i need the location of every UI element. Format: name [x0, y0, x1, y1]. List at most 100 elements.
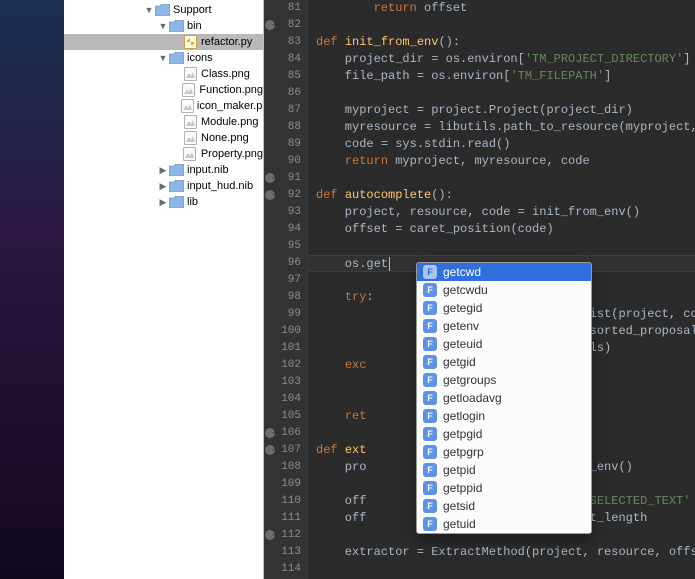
tree-item[interactable]: ▼icons	[64, 50, 263, 66]
autocomplete-item-label: getenv	[443, 319, 479, 333]
autocomplete-item-label: getpid	[443, 463, 476, 477]
autocomplete-item[interactable]: Fgetgid	[417, 353, 591, 371]
tree-item[interactable]: ▼Function.png	[64, 82, 263, 98]
fold-marker-icon[interactable]	[265, 530, 275, 540]
autocomplete-item-label: getpgrp	[443, 445, 484, 459]
tree-item[interactable]: ▼icon_maker.psd	[64, 98, 263, 114]
code-line[interactable]	[308, 17, 695, 34]
line-number: 111	[264, 510, 301, 527]
autocomplete-item[interactable]: Fgetpgid	[417, 425, 591, 443]
autocomplete-item[interactable]: Fgetgroups	[417, 371, 591, 389]
folder-icon	[154, 3, 170, 17]
line-number: 100	[264, 323, 301, 340]
tree-item[interactable]: ▼Property.png	[64, 146, 263, 162]
code-line[interactable]: def autocomplete():	[308, 187, 695, 204]
fold-marker-icon[interactable]	[265, 190, 275, 200]
line-number: 95	[264, 238, 301, 255]
line-number: 108	[264, 459, 301, 476]
chevron-down-icon[interactable]: ▼	[144, 2, 154, 18]
code-line[interactable]	[308, 85, 695, 102]
code-line[interactable]: project, resource, code = init_from_env(…	[308, 204, 695, 221]
code-line[interactable]: myproject = project.Project(project_dir)	[308, 102, 695, 119]
function-badge-icon: F	[423, 499, 437, 513]
chevron-right-icon[interactable]: ▶	[158, 194, 168, 210]
code-line[interactable]: code = sys.stdin.read()	[308, 136, 695, 153]
tree-item[interactable]: ▶lib	[64, 194, 263, 210]
image-icon	[182, 115, 198, 129]
code-area[interactable]: return offset def init_from_env(): projec…	[308, 0, 695, 579]
tree-item[interactable]: ▼Support	[64, 2, 263, 18]
tree-item-label: Class.png	[201, 66, 250, 82]
line-number: 105	[264, 408, 301, 425]
code-line[interactable]: file_path = os.environ['TM_FILEPATH']	[308, 68, 695, 85]
autocomplete-item[interactable]: Fgetenv	[417, 317, 591, 335]
autocomplete-item[interactable]: Fgetloadavg	[417, 389, 591, 407]
function-badge-icon: F	[423, 463, 437, 477]
tree-item[interactable]: ▼Module.png	[64, 114, 263, 130]
code-line[interactable]: myresource = libutils.path_to_resource(m…	[308, 119, 695, 136]
tree-item[interactable]: ▶input_hud.nib	[64, 178, 263, 194]
autocomplete-item[interactable]: Fgetpid	[417, 461, 591, 479]
code-line[interactable]: project_dir = os.environ['TM_PROJECT_DIR…	[308, 51, 695, 68]
tree-item-label: icon_maker.psd	[197, 98, 264, 114]
autocomplete-item[interactable]: Fgetppid	[417, 479, 591, 497]
code-editor[interactable]: 8182838485868788899091929394959697989910…	[264, 0, 695, 579]
autocomplete-item[interactable]: Fgeteuid	[417, 335, 591, 353]
code-line[interactable]: offset = caret_position(code)	[308, 221, 695, 238]
fold-marker-icon[interactable]	[265, 428, 275, 438]
chevron-down-icon[interactable]: ▼	[158, 18, 168, 34]
tree-item-label: Property.png	[201, 146, 263, 162]
function-badge-icon: F	[423, 445, 437, 459]
function-badge-icon: F	[423, 265, 437, 279]
tree-item[interactable]: ▼refactor.py	[64, 34, 263, 50]
chevron-right-icon[interactable]: ▶	[158, 178, 168, 194]
code-line[interactable]	[308, 561, 695, 578]
tree-item-label: refactor.py	[201, 34, 252, 50]
code-line[interactable]: return offset	[308, 0, 695, 17]
tree-item[interactable]: ▼Class.png	[64, 66, 263, 82]
autocomplete-item[interactable]: Fgetsid	[417, 497, 591, 515]
code-line[interactable]: return myproject, myresource, code	[308, 153, 695, 170]
image-icon	[182, 147, 198, 161]
tree-item[interactable]: ▶ input.nib	[64, 162, 263, 178]
tree-item[interactable]: ▼None.png	[64, 130, 263, 146]
autocomplete-item[interactable]: Fgetcwd	[417, 263, 591, 281]
chevron-down-icon[interactable]: ▼	[158, 50, 168, 66]
autocomplete-item[interactable]: Fgetlogin	[417, 407, 591, 425]
file-tree[interactable]: ▼Support▼bin▼refactor.py▼icons▼Class.png…	[64, 0, 263, 210]
autocomplete-item[interactable]: Fgetuid	[417, 515, 591, 533]
line-number: 102	[264, 357, 301, 374]
autocomplete-item-label: getsid	[443, 499, 475, 513]
autocomplete-item-label: getlogin	[443, 409, 485, 423]
chevron-right-icon[interactable]: ▶	[158, 162, 168, 178]
line-number: 84	[264, 51, 301, 68]
function-badge-icon: F	[423, 517, 437, 531]
autocomplete-item[interactable]: Fgetegid	[417, 299, 591, 317]
code-line[interactable]: def init_from_env():	[308, 34, 695, 51]
function-badge-icon: F	[423, 283, 437, 297]
image-icon	[182, 67, 198, 81]
autocomplete-item-label: getcwd	[443, 265, 481, 279]
autocomplete-popup[interactable]: FgetcwdFgetcwduFgetegidFgetenvFgeteuidFg…	[416, 262, 592, 534]
fold-marker-icon[interactable]	[265, 20, 275, 30]
line-number: 94	[264, 221, 301, 238]
line-number: 89	[264, 136, 301, 153]
tree-item-label: None.png	[201, 130, 249, 146]
tree-item[interactable]: ▼bin	[64, 18, 263, 34]
function-badge-icon: F	[423, 409, 437, 423]
line-number: 104	[264, 391, 301, 408]
autocomplete-item[interactable]: Fgetcwdu	[417, 281, 591, 299]
code-line[interactable]	[308, 238, 695, 255]
code-line[interactable]: extractor = ExtractMethod(project, resou…	[308, 544, 695, 561]
line-number-gutter: 8182838485868788899091929394959697989910…	[264, 0, 308, 579]
line-number: 83	[264, 34, 301, 51]
fold-marker-icon[interactable]	[265, 445, 275, 455]
code-line[interactable]	[308, 170, 695, 187]
line-number: 86	[264, 85, 301, 102]
tree-item-label: input.nib	[187, 162, 229, 178]
line-number: 97	[264, 272, 301, 289]
line-number: 113	[264, 544, 301, 561]
line-number: 98	[264, 289, 301, 306]
autocomplete-item[interactable]: Fgetpgrp	[417, 443, 591, 461]
fold-marker-icon[interactable]	[265, 173, 275, 183]
